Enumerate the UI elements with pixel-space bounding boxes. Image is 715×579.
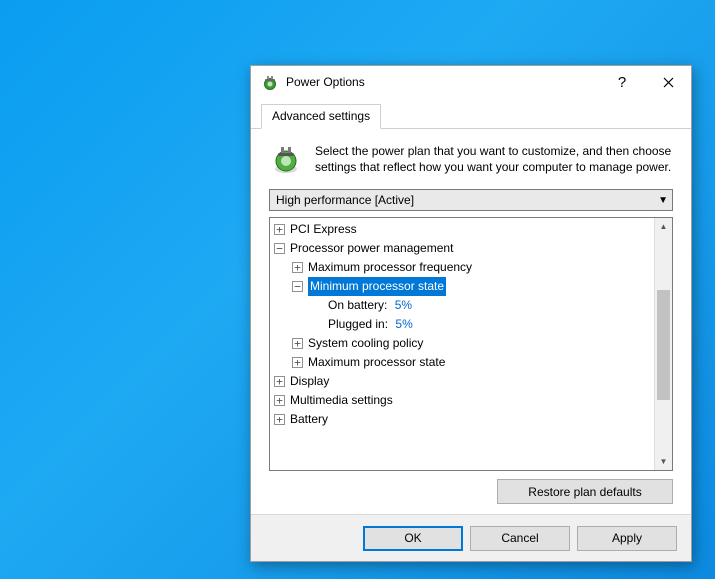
tree-leaf-label: On battery: [328,298,387,312]
tree-label: PCI Express [290,220,357,239]
power-plan-icon [269,143,303,177]
tree-leaf-label: Plugged in: [328,317,388,331]
settings-tree[interactable]: + PCI Express − Processor power manageme… [270,218,654,470]
close-icon [663,77,674,88]
close-button[interactable] [645,66,691,98]
tree-leaf-value[interactable]: 5% [395,317,412,331]
expand-icon[interactable]: + [274,395,285,406]
expand-icon[interactable]: + [292,338,303,349]
tree-node-battery[interactable]: + Battery [274,410,654,429]
tree-node-processor-power-management[interactable]: − Processor power management + Maximum p… [274,239,654,372]
power-options-dialog: Power Options ? Advanced settings [250,65,692,562]
restore-plan-defaults-button[interactable]: Restore plan defaults [497,479,673,504]
scroll-up-icon[interactable]: ▲ [655,218,672,235]
tree-node-max-processor-frequency[interactable]: + Maximum processor frequency [292,258,654,277]
expand-icon[interactable]: + [274,414,285,425]
help-button[interactable]: ? [599,66,645,98]
scroll-track[interactable] [655,235,672,453]
tree-label-selected: Minimum processor state [308,277,446,296]
dialog-footer: OK Cancel Apply [251,514,691,561]
tree-label: Multimedia settings [290,391,393,410]
scroll-down-icon[interactable]: ▼ [655,453,672,470]
tree-leaf-plugged-in[interactable]: Plugged in: 5% [310,315,654,334]
titlebar[interactable]: Power Options ? [251,66,691,98]
window-title: Power Options [286,75,365,89]
tree-leaf-on-battery[interactable]: On battery: 5% [310,296,654,315]
vertical-scrollbar[interactable]: ▲ ▼ [654,218,672,470]
tree-label: Maximum processor state [308,353,445,372]
tree-node-pci-express[interactable]: + PCI Express [274,220,654,239]
power-plan-current: High performance [Active] [276,193,658,207]
collapse-icon[interactable]: − [292,281,303,292]
apply-button[interactable]: Apply [577,526,677,551]
expand-icon[interactable]: + [292,357,303,368]
tree-node-system-cooling-policy[interactable]: + System cooling policy [292,334,654,353]
tree-label: Display [290,372,329,391]
settings-tree-container: + PCI Express − Processor power manageme… [269,217,673,471]
cancel-button[interactable]: Cancel [470,526,570,551]
scroll-thumb[interactable] [657,290,670,400]
expand-icon[interactable]: + [274,376,285,387]
power-plan-select[interactable]: High performance [Active] ▼ [269,189,673,211]
ok-button[interactable]: OK [363,526,463,551]
power-options-icon [261,73,279,91]
tree-label: Battery [290,410,328,429]
intro-row: Select the power plan that you want to c… [269,143,673,177]
expand-icon[interactable]: + [292,262,303,273]
tree-leaf-value[interactable]: 5% [395,298,412,312]
tree-node-multimedia-settings[interactable]: + Multimedia settings [274,391,654,410]
tree-label: System cooling policy [308,334,423,353]
intro-text: Select the power plan that you want to c… [315,143,673,177]
tree-node-min-processor-state[interactable]: − Minimum processor state On battery: 5%… [292,277,654,334]
tree-label: Maximum processor frequency [308,258,472,277]
tab-advanced-settings[interactable]: Advanced settings [261,104,381,129]
chevron-down-icon: ▼ [658,195,668,206]
tree-label: Processor power management [290,239,453,258]
dialog-body: Select the power plan that you want to c… [251,129,691,514]
expand-icon[interactable]: + [274,224,285,235]
tree-node-display[interactable]: + Display [274,372,654,391]
tab-strip: Advanced settings [251,98,691,129]
tree-node-max-processor-state[interactable]: + Maximum processor state [292,353,654,372]
collapse-icon[interactable]: − [274,243,285,254]
